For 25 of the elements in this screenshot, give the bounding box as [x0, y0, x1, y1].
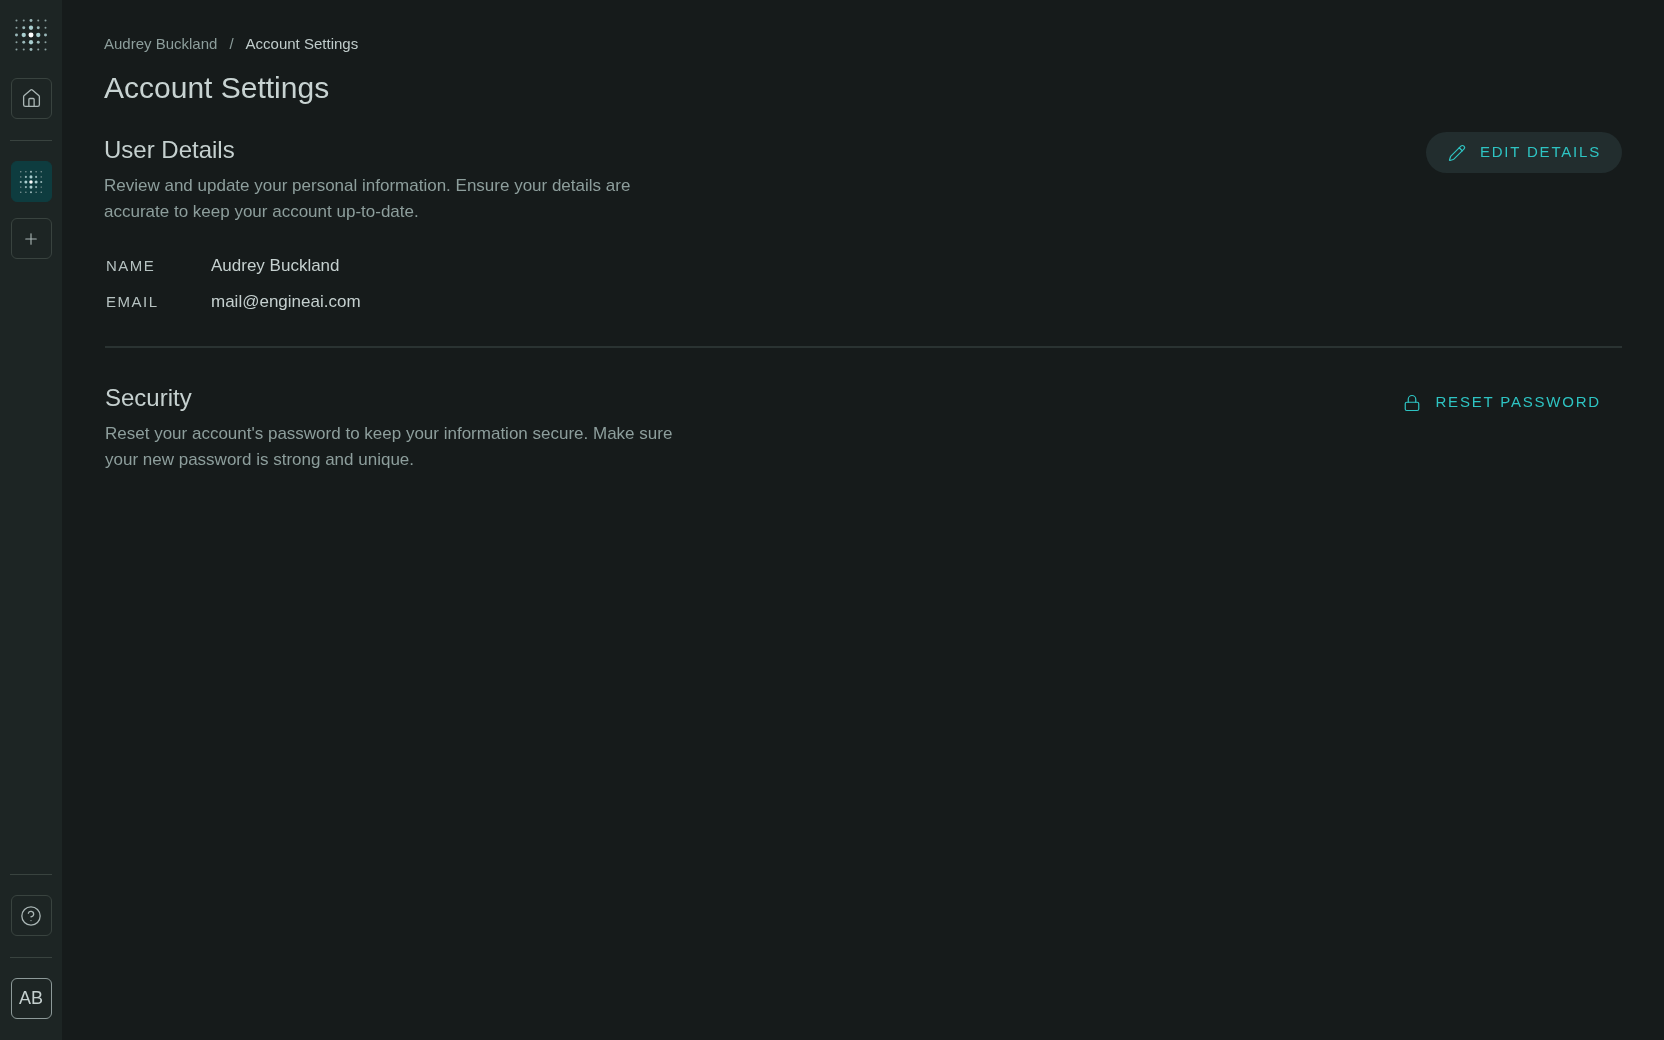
section-description: Reset your account's password to keep your information secure. Make sure your new password is strong and unique.	[105, 423, 674, 471]
breadcrumb-link[interactable]: Audrey Buckland	[104, 34, 218, 54]
breadcrumb-current: Account Settings	[245, 34, 359, 54]
add-button[interactable]	[10, 218, 52, 259]
dot-grid-icon	[19, 169, 43, 194]
page-title: Account Settings	[104, 70, 331, 106]
house-icon	[20, 88, 42, 109]
help-icon	[20, 904, 42, 927]
breadcrumb-separator: /	[229, 34, 234, 54]
field-label: NAME	[105, 256, 157, 276]
field-label: EMAIL	[105, 292, 160, 312]
section-title: Security	[105, 383, 193, 413]
pencil-icon	[1447, 143, 1466, 162]
home-button[interactable]	[10, 78, 52, 119]
help-button[interactable]	[10, 895, 52, 936]
workspace-button[interactable]	[10, 161, 52, 202]
logo-icon	[14, 18, 48, 52]
avatar-button[interactable]: AB	[10, 978, 52, 1019]
field-value: mail@engineai.com	[211, 291, 361, 313]
lock-icon	[1403, 393, 1422, 412]
section-description: Review and update your personal information. Ensure your details are accurate to keep your account up-to-date.	[104, 175, 632, 223]
reset-password-button[interactable]: RESET PASSWORD	[1399, 382, 1622, 423]
edit-details-button[interactable]: EDIT DETAILS	[1425, 132, 1622, 173]
field-value: Audrey Buckland	[211, 255, 340, 277]
section-title: User Details	[104, 135, 236, 165]
